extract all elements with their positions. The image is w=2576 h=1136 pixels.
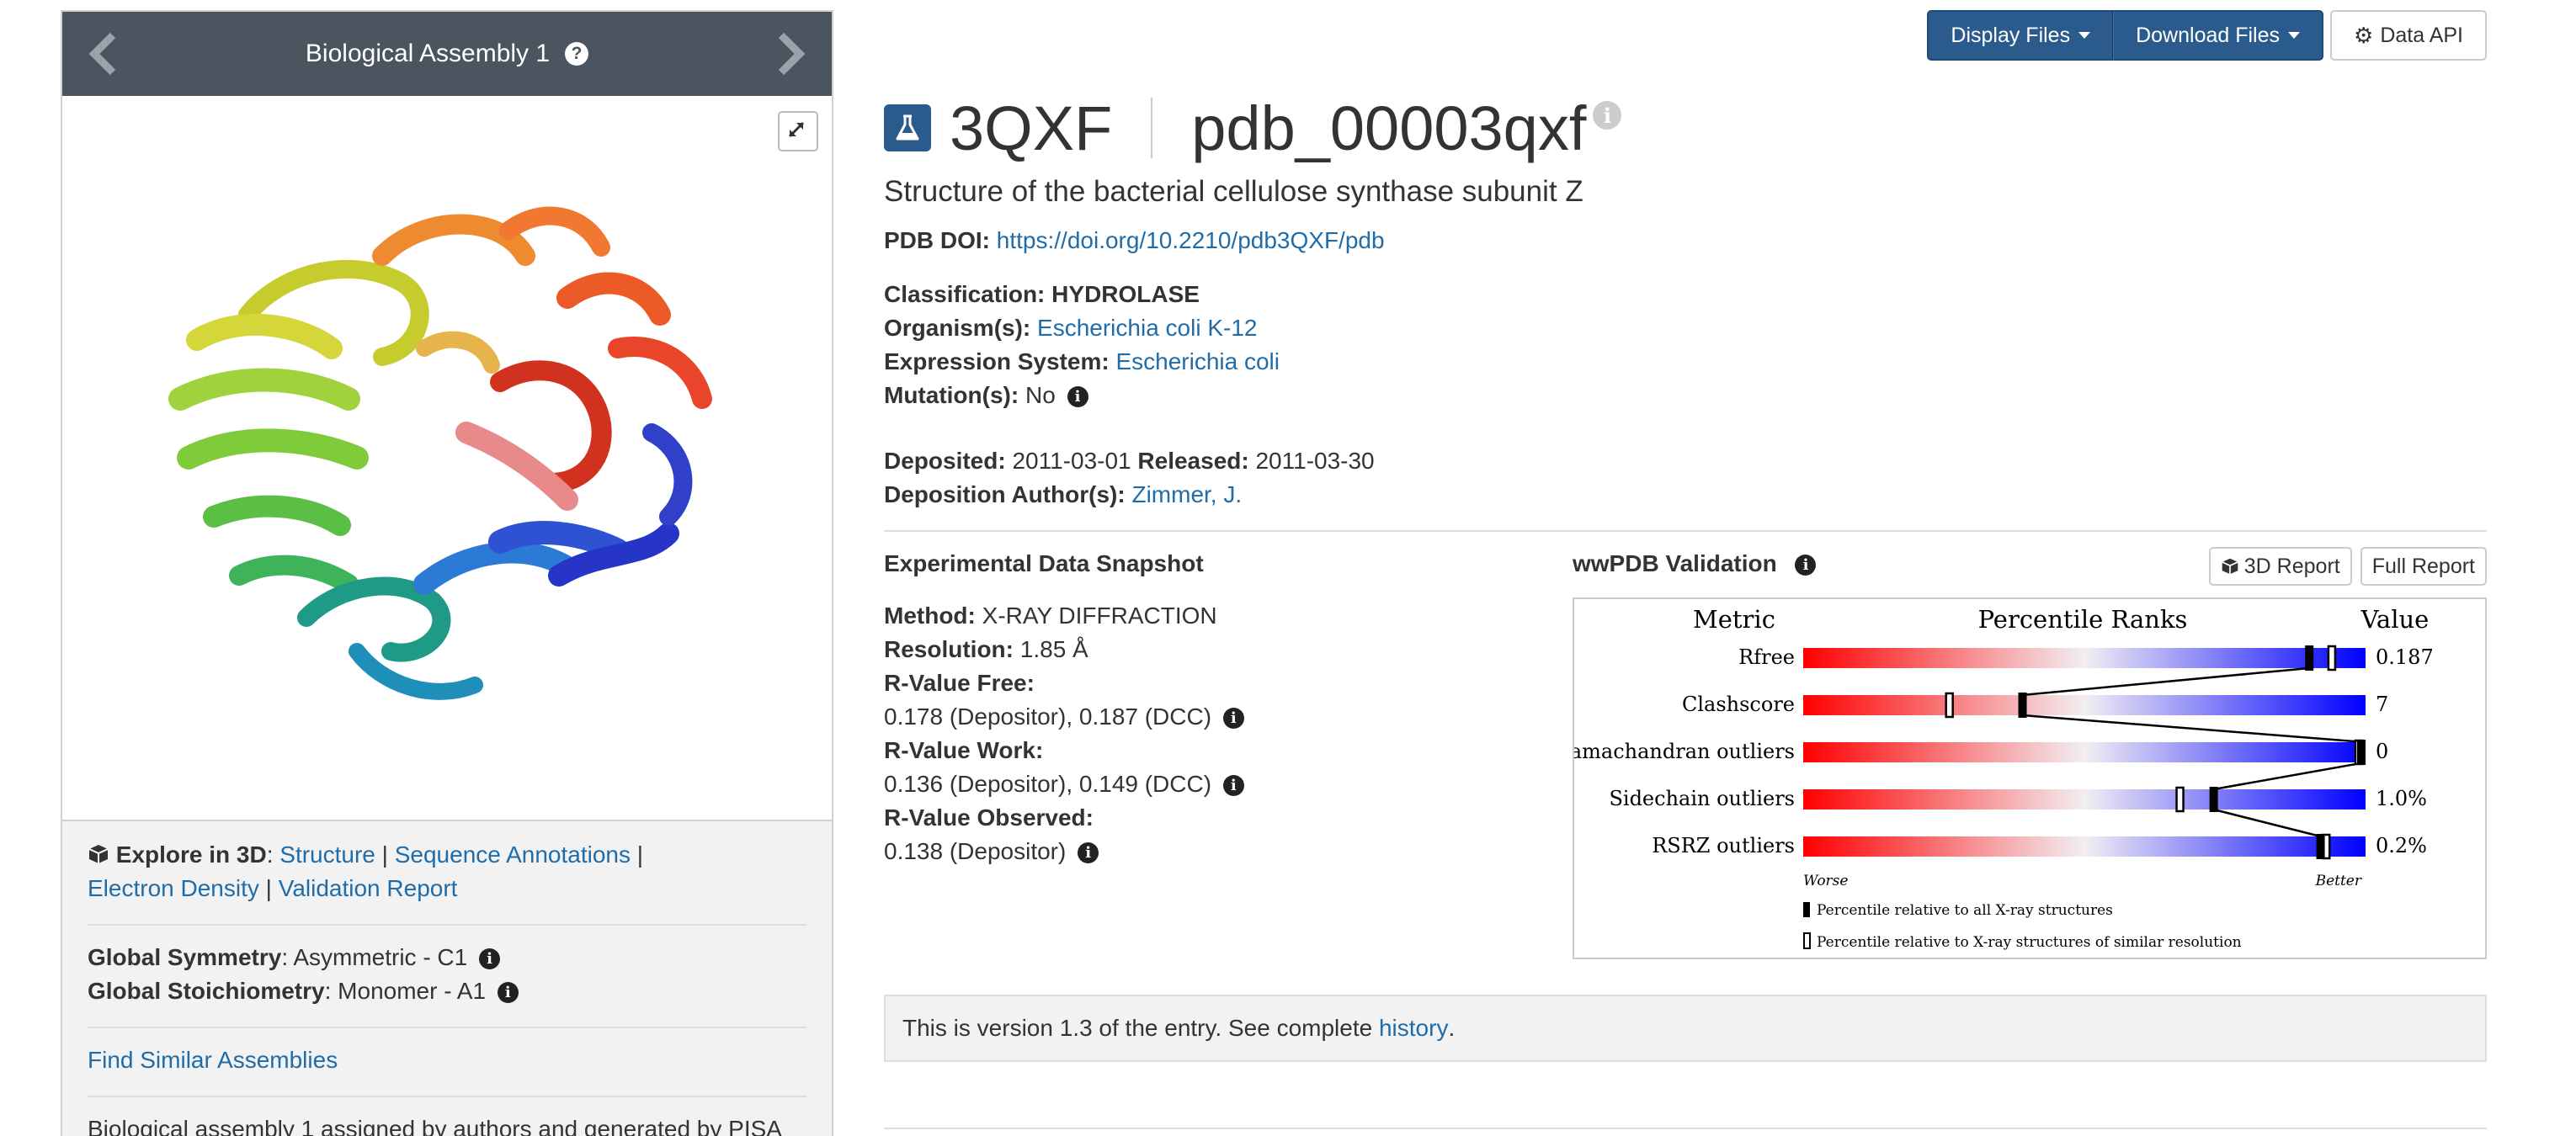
similar-resolution-marker — [2327, 645, 2337, 672]
sequence-annotations-link[interactable]: Sequence Annotations — [395, 841, 631, 868]
percentile-bar — [1803, 836, 2366, 857]
metric-label: RSRZ outliers — [1652, 834, 1795, 857]
history-link[interactable]: history — [1379, 1015, 1448, 1042]
assembly-note: Biological assembly 1 assigned by author… — [88, 1116, 782, 1136]
info-icon[interactable]: i — [1222, 775, 1244, 797]
explore-label: Explore in 3D — [115, 841, 267, 868]
protein-ribbon-image — [168, 206, 712, 700]
cube-icon — [2222, 558, 2238, 575]
entry-main: 3QXF pdb_00003qxf i Structure of the bac… — [884, 0, 2487, 1136]
metric-label: Ramachandran outliers — [1574, 740, 1795, 763]
percentile-connector — [2213, 761, 2366, 791]
percentile-bar — [1803, 742, 2366, 762]
organism-link[interactable]: Escherichia coli K-12 — [1037, 315, 1257, 341]
percentile-bar — [1803, 648, 2366, 668]
extended-entry-id: pdb_00003qxf — [1191, 93, 1587, 163]
biological-assembly-panel: Biological Assembly 1 ? Explore in 3D: S… — [61, 10, 833, 1136]
divider — [884, 1128, 2487, 1129]
title-divider — [1151, 98, 1153, 158]
classification-block: Classification: HYDROLASE Organism(s): E… — [884, 281, 1280, 408]
percentile-connector — [2022, 666, 2310, 697]
next-assembly-arrow-icon[interactable] — [764, 29, 815, 79]
info-icon[interactable]: i — [497, 982, 519, 1004]
info-icon[interactable]: i — [1222, 708, 1244, 730]
all-structures-marker — [2316, 834, 2325, 859]
experimental-data-snapshot: Experimental Data Snapshot Method: X-RAY… — [884, 547, 1524, 868]
similar-resolution-marker — [2175, 786, 2185, 813]
info-icon[interactable]: i — [479, 948, 501, 970]
similar-resolution-marker — [1945, 692, 1954, 719]
method-value: X-RAY DIFFRACTION — [982, 603, 1217, 629]
global-symmetry: Global Symmetry: Asymmetric - C1 i Globa… — [88, 941, 806, 1008]
validation-chart-svg: Metric Percentile Ranks Value Worse Bett… — [1554, 605, 2434, 951]
all-structures-marker — [2305, 645, 2314, 671]
percentile-connector — [2022, 714, 2366, 744]
worse-label: Worse — [1803, 873, 1848, 889]
info-icon[interactable]: i — [1078, 842, 1099, 864]
divider — [88, 1096, 806, 1097]
all-structures-marker — [2209, 787, 2218, 812]
legend-all-text: Percentile relative to all X-ray structu… — [1817, 902, 2113, 919]
robs-value: 0.138 (Depositor) — [884, 838, 1067, 864]
info-icon[interactable]: i — [1593, 101, 1622, 130]
header-percentile: Percentile Ranks — [1978, 605, 2188, 634]
version-notice: This is version 1.3 of the entry. See co… — [884, 995, 2487, 1062]
author-link[interactable]: Zimmer, J. — [1131, 481, 1242, 507]
header-value: Value — [2360, 605, 2430, 634]
legend-similar-text: Percentile relative to X-ray structures … — [1817, 934, 2242, 951]
divider — [884, 530, 2487, 532]
metric-value: 0.2% — [2376, 834, 2427, 857]
legend-all-swatch — [1803, 902, 1810, 917]
metric-label: Rfree — [1738, 645, 1795, 669]
resolution-value: 1.85 Å — [1019, 636, 1088, 662]
experimental-heading: Experimental Data Snapshot — [884, 550, 1204, 576]
divider — [88, 924, 806, 926]
expression-system-link[interactable]: Escherichia coli — [1115, 348, 1280, 374]
3d-structure-viewer[interactable] — [62, 96, 832, 820]
metric-value: 1.0% — [2376, 787, 2427, 810]
classification-link[interactable]: HYDROLASE — [1051, 281, 1200, 307]
info-icon[interactable]: i — [1795, 555, 1817, 576]
expand-icon — [788, 121, 805, 138]
validation-heading: wwPDB Validation i — [1573, 547, 1817, 581]
divider — [88, 1027, 806, 1028]
percentile-connector — [2213, 808, 2321, 838]
assembly-info: Explore in 3D: Structure | Sequence Anno… — [62, 820, 832, 1136]
flask-icon — [884, 104, 931, 151]
info-icon[interactable]: i — [1067, 386, 1088, 408]
metric-label: Sidechain outliers — [1609, 787, 1795, 810]
metric-value: 0.187 — [2376, 645, 2434, 669]
header-metric: Metric — [1693, 605, 1775, 634]
3d-report-button[interactable]: 3D Report — [2208, 547, 2352, 586]
metric-value: 0 — [2376, 740, 2388, 763]
doi-link[interactable]: https://doi.org/10.2210/pdb3QXF/pdb — [997, 227, 1385, 253]
rwork-value: 0.136 (Depositor), 0.149 (DCC) — [884, 771, 1212, 797]
all-structures-marker — [2018, 693, 2027, 718]
percentile-bar — [1803, 789, 2366, 810]
deposition-block: Deposited: 2011-03-01 Released: 2011-03-… — [884, 448, 1375, 507]
legend-similar-swatch — [1803, 932, 1811, 949]
expand-viewer-button[interactable] — [778, 111, 818, 151]
metric-value: 7 — [2376, 693, 2388, 716]
rfree-value: 0.178 (Depositor), 0.187 (DCC) — [884, 703, 1212, 730]
help-icon[interactable]: ? — [565, 42, 589, 66]
percentile-bar — [1803, 695, 2366, 715]
entry-id: 3QXF — [950, 93, 1113, 163]
validation-report-link[interactable]: Validation Report — [279, 875, 458, 901]
entry-heading: 3QXF pdb_00003qxf i — [884, 93, 1622, 163]
find-similar-assemblies-link[interactable]: Find Similar Assemblies — [88, 1047, 338, 1073]
structure-title: Structure of the bacterial cellulose syn… — [884, 175, 1583, 208]
doi-row: PDB DOI: https://doi.org/10.2210/pdb3QXF… — [884, 227, 1385, 253]
all-structures-marker — [2357, 740, 2366, 765]
metric-label: Clashscore — [1682, 693, 1795, 716]
structure-link[interactable]: Structure — [279, 841, 375, 868]
cube-icon — [88, 845, 109, 863]
explore-in-3d: Explore in 3D: Structure | Sequence Anno… — [88, 841, 644, 901]
assembly-header: Biological Assembly 1 ? — [62, 12, 832, 96]
validation-percentile-chart: Metric Percentile Ranks Value Worse Bett… — [1554, 597, 2487, 959]
full-report-button[interactable]: Full Report — [2360, 547, 2487, 586]
assembly-title: Biological Assembly 1 — [305, 40, 551, 67]
better-label: Better — [2315, 873, 2362, 889]
electron-density-link[interactable]: Electron Density — [88, 875, 259, 901]
